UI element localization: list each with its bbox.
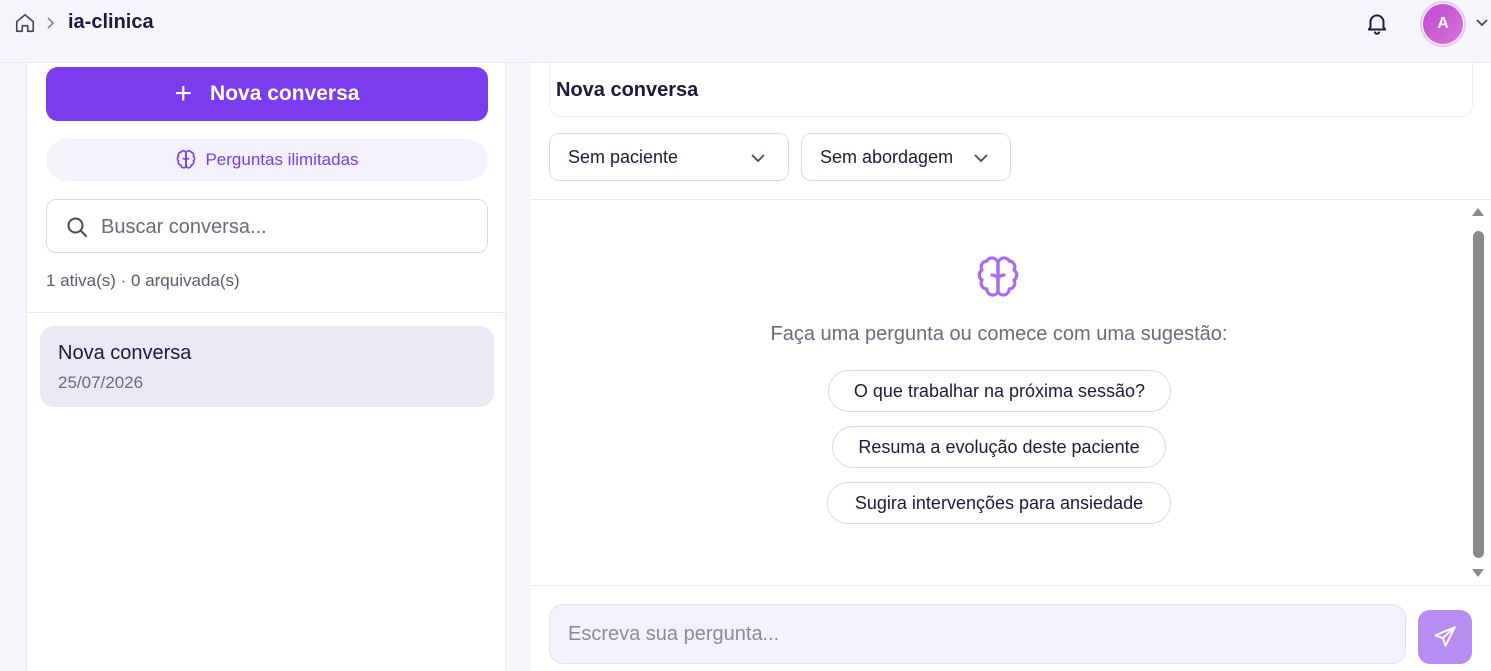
approach-select[interactable]: Sem abordagem [801, 133, 1011, 181]
suggestion-chip[interactable]: O que trabalhar na próxima sessão? [828, 370, 1171, 412]
chat-title: Nova conversa [556, 79, 699, 101]
chat-title-card: Nova conversa [549, 63, 1473, 117]
send-button[interactable] [1418, 610, 1472, 664]
divider [27, 312, 505, 313]
conversation-list-item[interactable]: Nova conversa 25/07/2026 [40, 326, 494, 407]
breadcrumb-current: ia-clinica [68, 11, 154, 33]
question-input[interactable] [568, 619, 1388, 649]
patient-select[interactable]: Sem paciente [549, 133, 789, 181]
conversation-sidebar: + Nova conversa Perguntas ilimitadas 1 a… [26, 63, 506, 671]
divider [531, 199, 1491, 200]
avatar[interactable]: A [1420, 1, 1466, 47]
bell-icon[interactable] [1364, 10, 1390, 36]
chevron-right-icon [47, 17, 55, 29]
divider [531, 585, 1491, 586]
chevron-down-icon[interactable] [1474, 17, 1490, 29]
conversation-date: 25/07/2026 [58, 373, 144, 392]
approach-select-value: Sem abordagem [820, 147, 954, 167]
scroll-up-arrow[interactable] [1471, 206, 1485, 218]
send-icon [1434, 626, 1456, 647]
plan-badge: Perguntas ilimitadas [46, 139, 488, 181]
search-icon [67, 217, 87, 237]
brain-icon [177, 150, 196, 169]
suggestion-chip[interactable]: Resuma a evolução deste paciente [832, 426, 1166, 468]
plan-badge-label: Perguntas ilimitadas [205, 150, 359, 169]
chevron-down-icon [751, 154, 765, 163]
plus-icon: + [174, 77, 193, 110]
question-input-box [549, 604, 1406, 664]
brain-icon [977, 256, 1019, 297]
chat-panel: Nova conversa Sem paciente Sem abordagem… [531, 63, 1491, 671]
conversation-title: Nova conversa [58, 342, 192, 364]
chevron-down-icon [974, 154, 988, 163]
scroll-down-arrow[interactable] [1471, 567, 1485, 579]
conversation-counts: 1 ativa(s) · 0 arquivada(s) [46, 271, 240, 290]
search-box [46, 199, 488, 253]
suggestion-chip[interactable]: Sugira intervenções para ansiedade [827, 482, 1171, 524]
scrollbar-thumb[interactable] [1473, 231, 1484, 558]
patient-select-value: Sem paciente [568, 147, 679, 167]
new-conversation-label: Nova conversa [210, 82, 360, 105]
empty-state-prompt: Faça uma pergunta ou comece com uma suge… [770, 323, 1228, 345]
top-bar: ia-clinica A [0, 0, 1491, 63]
home-icon[interactable] [14, 12, 36, 34]
new-conversation-button[interactable]: + Nova conversa [46, 67, 488, 121]
search-input[interactable] [101, 212, 471, 242]
avatar-initial: A [1423, 4, 1463, 44]
